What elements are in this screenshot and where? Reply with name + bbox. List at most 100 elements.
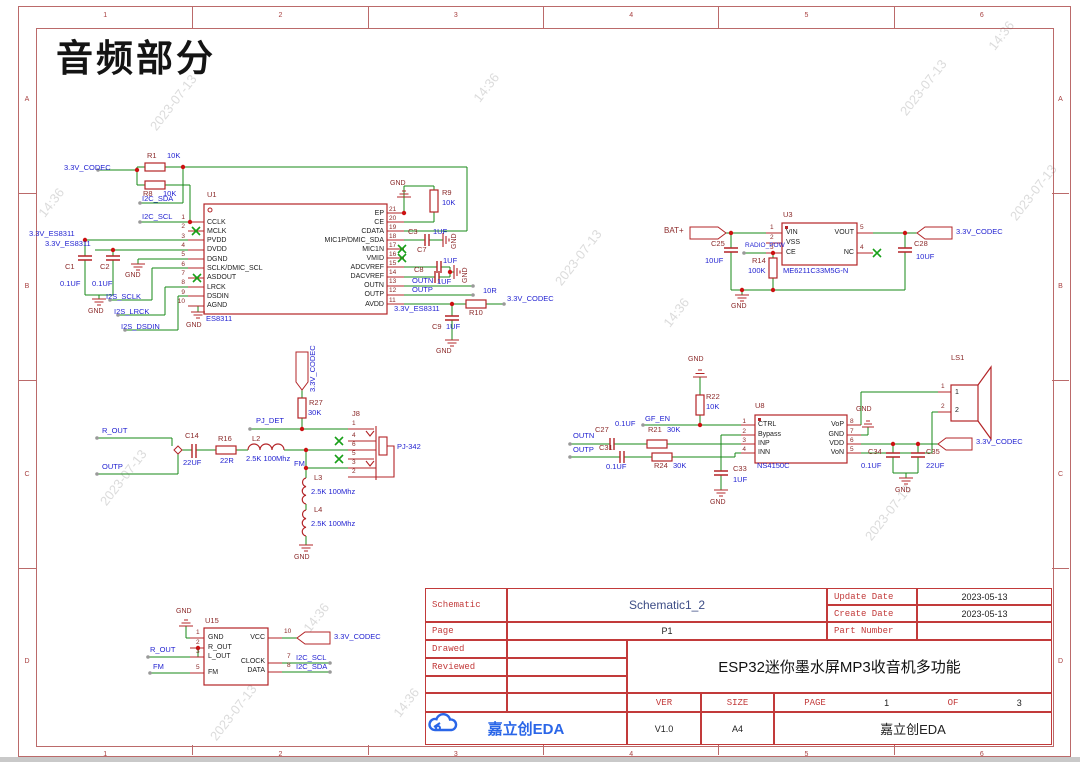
j8-refdes[interactable]: J8 [352, 410, 360, 418]
net-label-i2c-sda[interactable]: I2C_SDA [296, 663, 327, 671]
r16-refdes[interactable]: R16 [218, 435, 232, 443]
net-label-i2s-sclk[interactable]: I2S_SCLK [106, 293, 141, 301]
r10-refdes[interactable]: R10 [469, 309, 483, 317]
r24-value[interactable]: 30K [673, 462, 686, 470]
net-label-3v3-codec[interactable]: 3.3V_CODEC [64, 164, 111, 172]
c3-refdes[interactable]: C3 [408, 228, 418, 236]
net-label-3v3-es8311[interactable]: 3.3V_ES8311 [45, 240, 91, 248]
net-label-3v3-codec[interactable]: 3.3V_CODEC [956, 228, 1003, 236]
c8-value[interactable]: 1UF [437, 278, 451, 286]
l4-value[interactable]: 2.5K 100Mhz [311, 520, 355, 528]
r1-refdes[interactable]: R1 [147, 152, 157, 160]
r24-refdes[interactable]: R24 [654, 462, 668, 470]
r14-refdes[interactable]: R14 [752, 257, 766, 265]
r10-value[interactable]: 10R [483, 287, 497, 295]
tb-page-word: PAGE [804, 698, 826, 708]
net-label-pj-det[interactable]: PJ_DET [256, 417, 284, 425]
c35-value[interactable]: 22UF [926, 462, 944, 470]
c27-refdes[interactable]: C27 [595, 426, 609, 434]
c1-refdes[interactable]: C1 [65, 263, 75, 271]
r9-refdes[interactable]: R9 [442, 189, 452, 197]
j8-part-label[interactable]: PJ-342 [397, 443, 421, 451]
c28-refdes[interactable]: C28 [914, 240, 928, 248]
net-label-r-out[interactable]: R_OUT [150, 646, 175, 654]
u1-refdes[interactable]: U1 [207, 191, 217, 199]
ls1-refdes[interactable]: LS1 [951, 354, 964, 362]
repeat-item: A [1052, 6, 1069, 194]
gnd-label: GND [186, 322, 202, 329]
c2-value[interactable]: 0.1UF [92, 280, 112, 288]
c27-value[interactable]: 0.1UF [615, 420, 635, 428]
net-label-3v3-codec[interactable]: 3.3V_CODEC [507, 295, 554, 303]
r22-refdes[interactable]: R22 [706, 393, 720, 401]
c14-value[interactable]: 22UF [183, 459, 201, 467]
c28-value[interactable]: 10UF [916, 253, 934, 261]
c7-value[interactable]: 1UF [443, 257, 457, 265]
r27-refdes[interactable]: R27 [309, 399, 323, 407]
net-label-i2s-dsdin[interactable]: I2S_DSDIN [121, 323, 160, 331]
net-label-3v3-codec[interactable]: 3.3V_CODEC [976, 438, 1023, 446]
net-label-fm[interactable]: FM [294, 460, 305, 468]
r27-value[interactable]: 30K [308, 409, 321, 417]
c1-value[interactable]: 0.1UF [60, 280, 80, 288]
net-label-3v3-es8311[interactable]: 3.3V_ES8311 [394, 305, 440, 313]
c25-value[interactable]: 10UF [705, 257, 723, 265]
net-label-bat[interactable]: BAT+ [664, 227, 684, 235]
net-label-outp[interactable]: OUTP [573, 446, 594, 454]
net-label-i2c-sda[interactable]: I2C_SDA [142, 195, 173, 203]
net-label-3v3-codec-vertical[interactable]: 3.3V_CODEC [309, 345, 317, 392]
repeat-item: 3 [369, 745, 544, 755]
c9-refdes[interactable]: C9 [432, 323, 442, 331]
c34-value[interactable]: 0.1UF [861, 462, 881, 470]
repeat-item: B [18, 194, 36, 382]
u1-part-label[interactable]: ES8311 [206, 315, 232, 323]
u3-refdes[interactable]: U3 [783, 211, 793, 219]
net-label-gf-en[interactable]: GF_EN [645, 415, 670, 423]
net-label-radio-pow[interactable]: RADIO_POW [745, 243, 785, 250]
r22-value[interactable]: 10K [706, 403, 719, 411]
u8-pin-inp: INP [758, 440, 770, 447]
net-label-outn[interactable]: OUTN [573, 432, 594, 440]
c14-refdes[interactable]: C14 [185, 432, 199, 440]
c33-value[interactable]: 1UF [733, 476, 747, 484]
c33-refdes[interactable]: C33 [733, 465, 747, 473]
c25-refdes[interactable]: C25 [711, 240, 725, 248]
c8-refdes[interactable]: C8 [414, 266, 424, 274]
c31-refdes[interactable]: C31 [599, 444, 613, 452]
r16-value[interactable]: 22R [220, 457, 234, 465]
net-label-i2s-lrck[interactable]: I2S_LRCK [114, 308, 149, 316]
u8-part-label[interactable]: NS4150C [757, 462, 790, 470]
net-label-3v3-codec[interactable]: 3.3V_CODEC [334, 633, 381, 641]
net-label-i2c-scl[interactable]: I2C_SCL [296, 654, 326, 662]
l4-refdes[interactable]: L4 [314, 506, 322, 514]
r1-value[interactable]: 10K [167, 152, 180, 160]
l3-value[interactable]: 2.5K 100Mhz [311, 488, 355, 496]
c2-refdes[interactable]: C2 [100, 263, 110, 271]
c31-value[interactable]: 0.1UF [606, 463, 626, 471]
r14-value[interactable]: 100K [748, 267, 766, 275]
l2-value[interactable]: 2.5K 100Mhz [246, 455, 290, 463]
r21-refdes[interactable]: R21 [648, 426, 662, 434]
c35-refdes[interactable]: C35 [926, 448, 940, 456]
repeat-item: B [1052, 194, 1069, 382]
c34-refdes[interactable]: C34 [868, 448, 882, 456]
net-label-outp[interactable]: OUTP [102, 463, 123, 471]
tb-reviewed-label: Reviewed [425, 658, 507, 676]
u8-refdes[interactable]: U8 [755, 402, 765, 410]
net-label-outp[interactable]: OUTP [412, 286, 433, 294]
net-label-fm[interactable]: FM [153, 663, 164, 671]
c9-value[interactable]: 1UF [446, 323, 460, 331]
tb-empty [507, 676, 627, 693]
u15-refdes[interactable]: U15 [205, 617, 219, 625]
net-label-i2c-scl[interactable]: I2C_SCL [142, 213, 172, 221]
l3-refdes[interactable]: L3 [314, 474, 322, 482]
l2-refdes[interactable]: L2 [252, 435, 260, 443]
c3-value[interactable]: 1UF [433, 228, 447, 236]
c7-refdes[interactable]: C7 [417, 246, 427, 254]
r9-value[interactable]: 10K [442, 199, 455, 207]
net-label-outn[interactable]: OUTN [412, 277, 433, 285]
net-label-3v3-es8311[interactable]: 3.3V_ES8311 [29, 230, 75, 238]
u3-part-label[interactable]: ME6211C33M5G-N [783, 267, 848, 275]
r21-value[interactable]: 30K [667, 426, 680, 434]
net-label-r-out[interactable]: R_OUT [102, 427, 127, 435]
